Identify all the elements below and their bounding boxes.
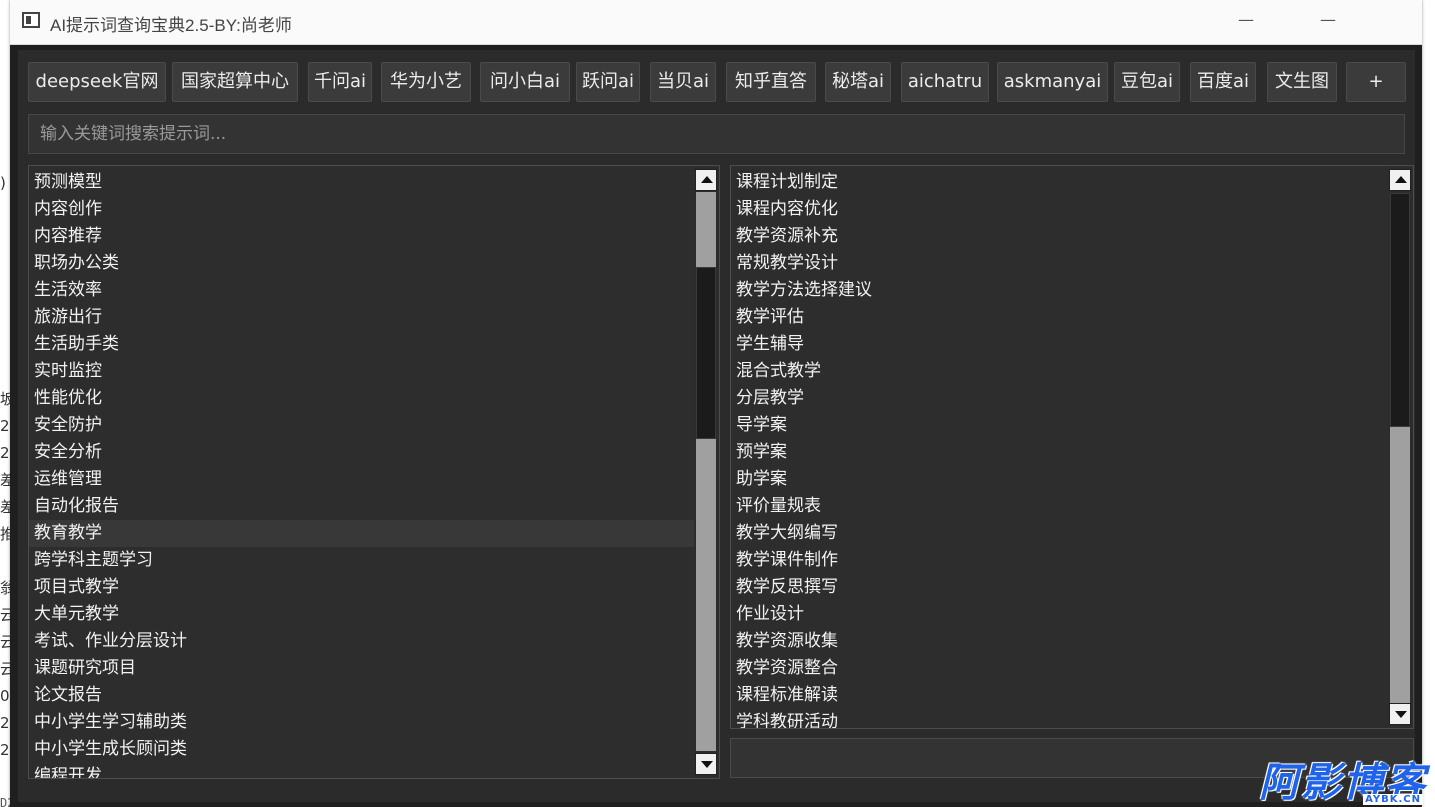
title-bar[interactable]: AI提示词查询宝典2.5-BY:尚老师 — — (10, 0, 1422, 45)
category-item[interactable]: 运维管理 (29, 466, 694, 493)
scroll-down-arrow-icon[interactable] (695, 753, 717, 775)
category-item[interactable]: 内容推荐 (29, 223, 694, 250)
category-items: 预测模型 内容创作 内容推荐 职场办公类 生活效率 旅游出行 生活助手类 实时监控 性能优化 安全… (29, 169, 694, 778)
category-item[interactable]: 职场办公类 (29, 250, 694, 277)
ai-site-toolbar: deepseek官网 国家超算中心 千问ai 华为小艺 问小白ai 跃问ai 当… (28, 62, 1408, 104)
app-icon (22, 12, 40, 28)
category-item[interactable]: 中小学生学习辅助类 (29, 709, 694, 736)
button-doubao[interactable]: 豆包ai (1114, 62, 1180, 102)
button-askmanyai[interactable]: askmanyai (997, 62, 1108, 102)
prompt-scroll-up-arrow-icon[interactable] (1389, 169, 1411, 191)
prompt-item[interactable]: 学科教研活动 (731, 709, 1388, 728)
category-scrollbar-thumb[interactable] (696, 267, 716, 439)
prompt-item[interactable]: 混合式教学 (731, 358, 1388, 385)
prompt-item[interactable]: 评价量规表 (731, 493, 1388, 520)
prompt-scroll-down-arrow-icon[interactable] (1389, 703, 1411, 725)
prompt-item[interactable]: 助学案 (731, 466, 1388, 493)
category-item[interactable]: 跨学科主题学习 (29, 547, 694, 574)
category-item[interactable]: 安全分析 (29, 439, 694, 466)
prompt-item[interactable]: 教学评估 (731, 304, 1388, 331)
button-deepseek[interactable]: deepseek官网 (28, 62, 166, 102)
prompt-item[interactable]: 教学课件制作 (731, 547, 1388, 574)
prompt-list[interactable]: 课程计划制定 课程内容优化 教学资源补充 常规教学设计 教学方法选择建议 教学评估 学生辅导… (730, 165, 1414, 729)
category-item[interactable]: 中小学生成长顾问类 (29, 736, 694, 763)
button-text-to-image[interactable]: 文生图 (1267, 62, 1337, 102)
prompt-item[interactable]: 教学大纲编写 (731, 520, 1388, 547)
prompt-scrollbar-thumb[interactable] (1390, 193, 1410, 427)
category-item[interactable]: 安全防护 (29, 412, 694, 439)
category-scrollbar-thumb-upper[interactable] (696, 192, 716, 267)
prompt-item[interactable]: 教学方法选择建议 (731, 277, 1388, 304)
button-huawei-xiaoyi[interactable]: 华为小艺 (381, 62, 471, 102)
category-list[interactable]: 预测模型 内容创作 内容推荐 职场办公类 生活效率 旅游出行 生活助手类 实时监控 性能优化 安全… (28, 165, 720, 779)
prompt-item[interactable]: 课程内容优化 (731, 196, 1388, 223)
category-scrollbar-track-lower[interactable] (696, 439, 716, 751)
button-dangbei[interactable]: 当贝ai (650, 62, 716, 102)
prompt-item[interactable]: 常规教学设计 (731, 250, 1388, 277)
category-item[interactable]: 内容创作 (29, 196, 694, 223)
category-item[interactable]: 生活助手类 (29, 331, 694, 358)
button-aichatru[interactable]: aichatru (901, 62, 989, 102)
category-item[interactable]: 旅游出行 (29, 304, 694, 331)
prompt-item[interactable]: 教学资源整合 (731, 655, 1388, 682)
prompt-scrollbar-track[interactable] (1390, 427, 1410, 703)
prompt-item[interactable]: 课程计划制定 (731, 169, 1388, 196)
minimize-button[interactable]: — (1232, 10, 1260, 34)
prompt-item[interactable]: 分层教学 (731, 385, 1388, 412)
button-baidu[interactable]: 百度ai (1190, 62, 1256, 102)
prompt-item[interactable]: 教学反思撰写 (731, 574, 1388, 601)
category-item[interactable]: 预测模型 (29, 169, 694, 196)
app-window: AI提示词查询宝典2.5-BY:尚老师 — — deepseek官网 国家超算中… (10, 0, 1422, 807)
category-item[interactable]: 实时监控 (29, 358, 694, 385)
button-zhihu[interactable]: 知乎直答 (726, 62, 816, 102)
category-item[interactable]: 性能优化 (29, 385, 694, 412)
prompt-item[interactable]: 教学资源补充 (731, 223, 1388, 250)
button-yuewen[interactable]: 跃问ai (576, 62, 640, 102)
category-item[interactable]: 论文报告 (29, 682, 694, 709)
prompt-items: 课程计划制定 课程内容优化 教学资源补充 常规教学设计 教学方法选择建议 教学评估 学生辅导… (731, 169, 1388, 728)
button-wenxiaobai[interactable]: 问小白ai (480, 62, 570, 102)
category-item[interactable]: 编程开发 (29, 763, 694, 778)
maximize-button[interactable]: — (1314, 10, 1342, 34)
main-panel: deepseek官网 国家超算中心 千问ai 华为小艺 问小白ai 跃问ai 当… (18, 50, 1415, 802)
prompt-item[interactable]: 学生辅导 (731, 331, 1388, 358)
add-button[interactable]: + (1346, 62, 1406, 102)
prompt-item[interactable]: 导学案 (731, 412, 1388, 439)
prompt-scrollbar[interactable] (1388, 167, 1412, 727)
prompt-item[interactable]: 课程标准解读 (731, 682, 1388, 709)
category-item[interactable]: 大单元教学 (29, 601, 694, 628)
prompt-item[interactable]: 教学资源收集 (731, 628, 1388, 655)
window-title: AI提示词查询宝典2.5-BY:尚老师 (50, 16, 292, 35)
watermark-sub: AYBK.CN (1363, 794, 1423, 805)
button-qianwen[interactable]: 千问ai (308, 62, 372, 102)
category-item[interactable]: 课题研究项目 (29, 655, 694, 682)
search-input[interactable]: 输入关键词搜索提示词... (28, 114, 1405, 154)
button-mita[interactable]: 秘塔ai (825, 62, 891, 102)
category-item[interactable]: 生活效率 (29, 277, 694, 304)
category-item[interactable]: 考试、作业分层设计 (29, 628, 694, 655)
category-item[interactable]: 项目式教学 (29, 574, 694, 601)
category-item[interactable]: 教育教学 (29, 520, 694, 547)
button-national-supercomputing[interactable]: 国家超算中心 (172, 62, 298, 102)
prompt-item[interactable]: 预学案 (731, 439, 1388, 466)
category-item[interactable]: 自动化报告 (29, 493, 694, 520)
scroll-up-arrow-icon[interactable] (695, 169, 717, 191)
prompt-item[interactable]: 作业设计 (731, 601, 1388, 628)
category-scrollbar[interactable] (694, 167, 718, 777)
